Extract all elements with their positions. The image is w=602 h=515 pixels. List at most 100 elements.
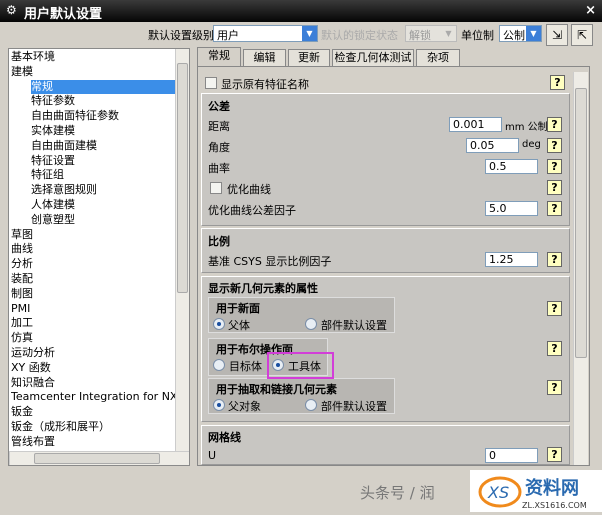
tree-item[interactable]: 运动分析: [11, 346, 176, 360]
svg-text:ZL.XS1616.COM: ZL.XS1616.COM: [522, 501, 587, 510]
tree-item[interactable]: Teamcenter Integration for NX: [11, 390, 176, 404]
tab-edit[interactable]: 编辑: [243, 49, 286, 67]
radio-part-default[interactable]: [305, 399, 317, 411]
help-icon[interactable]: ?: [547, 341, 562, 356]
chevron-down-icon: ▼: [441, 26, 456, 41]
tree-item[interactable]: PMI: [11, 302, 176, 316]
tab-update[interactable]: 更新: [288, 49, 330, 67]
angle-input[interactable]: 0.05: [466, 138, 519, 153]
radio-label: 父对象: [228, 400, 261, 413]
close-icon[interactable]: ×: [585, 3, 596, 18]
tree-item[interactable]: 创意塑型: [31, 213, 196, 227]
help-icon[interactable]: ?: [547, 180, 562, 195]
svg-text:资料网: 资料网: [525, 477, 579, 499]
scale-group: 比例 基准 CSYS 显示比例因子 1.25 ?: [201, 228, 570, 273]
show-original-names-checkbox[interactable]: [205, 77, 217, 89]
tree-item[interactable]: 加工: [11, 316, 176, 330]
level-label: 默认设置级别: [148, 29, 214, 42]
help-icon[interactable]: ?: [550, 75, 565, 90]
distance-input[interactable]: 0.001: [449, 117, 502, 132]
lock-select[interactable]: 解锁 ▼: [405, 25, 457, 42]
export-icon: ⇱: [576, 28, 588, 42]
optimize-curve-checkbox[interactable]: [210, 182, 222, 194]
watermark-text: 头条号 / 润: [360, 484, 435, 502]
tree-item[interactable]: 分析: [11, 257, 176, 271]
tree-item[interactable]: 特征参数: [31, 94, 196, 108]
grid-title: 网格线: [208, 431, 241, 444]
lock-value: 解锁: [409, 29, 431, 42]
help-icon[interactable]: ?: [547, 159, 562, 174]
tree-item[interactable]: 人体建模: [31, 198, 196, 212]
export-button[interactable]: ⇱: [571, 24, 593, 46]
optimize-curve-label: 优化曲线: [227, 183, 271, 196]
tree-item[interactable]: 管线布置: [11, 435, 176, 449]
tab-check-geometry[interactable]: 检查几何体测试: [332, 49, 414, 67]
unit-select[interactable]: 公制 ▼: [499, 25, 542, 42]
angle-unit: deg: [522, 139, 541, 150]
content-vertical-scrollbar[interactable]: [573, 72, 588, 465]
optimize-factor-input[interactable]: 5.0: [485, 201, 538, 216]
svg-text:XS: XS: [487, 483, 509, 502]
help-icon[interactable]: ?: [547, 117, 562, 132]
tolerance-group: 公差 距离 0.001 mm 公制 ? 角度 0.05 deg ? 曲率 0.5…: [201, 93, 570, 226]
tree-vertical-scrollbar[interactable]: [175, 49, 189, 452]
tree-item[interactable]: 基本环境: [11, 50, 176, 64]
curvature-input[interactable]: 0.5: [485, 159, 538, 174]
tree-item[interactable]: 曲线: [11, 242, 176, 256]
tree-item[interactable]: 特征设置: [31, 154, 196, 168]
curvature-label: 曲率: [208, 162, 230, 175]
show-original-names-label: 显示原有特征名称: [221, 78, 309, 91]
tree-item[interactable]: 钣金（成形和展平）: [11, 420, 176, 434]
radio-label: 目标体: [229, 360, 262, 373]
lock-label: 默认的锁定状态: [321, 29, 398, 42]
help-icon[interactable]: ?: [547, 447, 562, 462]
tree-item[interactable]: 仿真: [11, 331, 176, 345]
category-tree[interactable]: 基本环境 建模 常规 特征参数 自由曲面特征参数 实体建模 自由曲面建模 特征设置 特征组 选择意…: [8, 48, 190, 466]
tree-item[interactable]: 实体建模: [31, 124, 196, 138]
title-bar: ⚙ 用户默认设置 ×: [0, 0, 602, 22]
help-icon[interactable]: ?: [547, 252, 562, 267]
new-face-title: 用于新面: [216, 302, 260, 315]
u-input[interactable]: 0: [485, 448, 538, 463]
level-value: 用户: [217, 29, 239, 42]
tree-item[interactable]: 自由曲面特征参数: [31, 109, 196, 123]
scroll-thumb[interactable]: [34, 453, 160, 464]
help-icon[interactable]: ?: [547, 301, 562, 316]
scroll-thumb[interactable]: [177, 63, 188, 293]
level-select[interactable]: 用户 ▼: [213, 25, 318, 42]
tree-item[interactable]: XY 函数: [11, 361, 176, 375]
tree-item[interactable]: 钣金: [11, 405, 176, 419]
optimize-factor-label: 优化曲线公差因子: [208, 204, 296, 217]
radio-part-default[interactable]: [305, 318, 317, 330]
tree-item[interactable]: 知识融合: [11, 376, 176, 390]
scale-title: 比例: [208, 235, 230, 248]
scroll-thumb[interactable]: [575, 88, 587, 358]
grid-group: 网格线 U 0 ?: [201, 425, 570, 465]
window-title: 用户默认设置: [24, 7, 103, 22]
tree-item[interactable]: 装配: [11, 272, 176, 286]
tree-horizontal-scrollbar[interactable]: [9, 451, 189, 465]
help-icon[interactable]: ?: [547, 380, 562, 395]
radio-parent-body[interactable]: [213, 318, 225, 330]
tree-item[interactable]: 选择意图规则: [31, 183, 196, 197]
tab-general[interactable]: 常规: [197, 47, 241, 67]
tree-item[interactable]: 自由曲面建模: [31, 139, 196, 153]
csys-input[interactable]: 1.25: [485, 252, 538, 267]
distance-label: 距离: [208, 120, 230, 133]
tree-item[interactable]: 制图: [11, 287, 176, 301]
tree-item[interactable]: 常规: [31, 79, 177, 94]
import-button[interactable]: ⇲: [546, 24, 568, 46]
new-face-subgroup: 用于新面 父体 部件默认设置: [208, 297, 395, 333]
gear-icon[interactable]: ⚙: [6, 3, 17, 17]
radio-target-body[interactable]: [213, 359, 225, 371]
tab-misc[interactable]: 杂项: [416, 49, 460, 67]
help-icon[interactable]: ?: [547, 138, 562, 153]
extract-title: 用于抽取和链接几何元素: [216, 383, 337, 396]
tree-item[interactable]: 草图: [11, 228, 176, 242]
tree-item[interactable]: 建模: [11, 65, 176, 79]
tolerance-title: 公差: [208, 100, 230, 113]
radio-parent-object[interactable]: [213, 399, 225, 411]
unit-value: 公制: [503, 29, 525, 42]
tree-item[interactable]: 特征组: [31, 168, 196, 182]
help-icon[interactable]: ?: [547, 201, 562, 216]
